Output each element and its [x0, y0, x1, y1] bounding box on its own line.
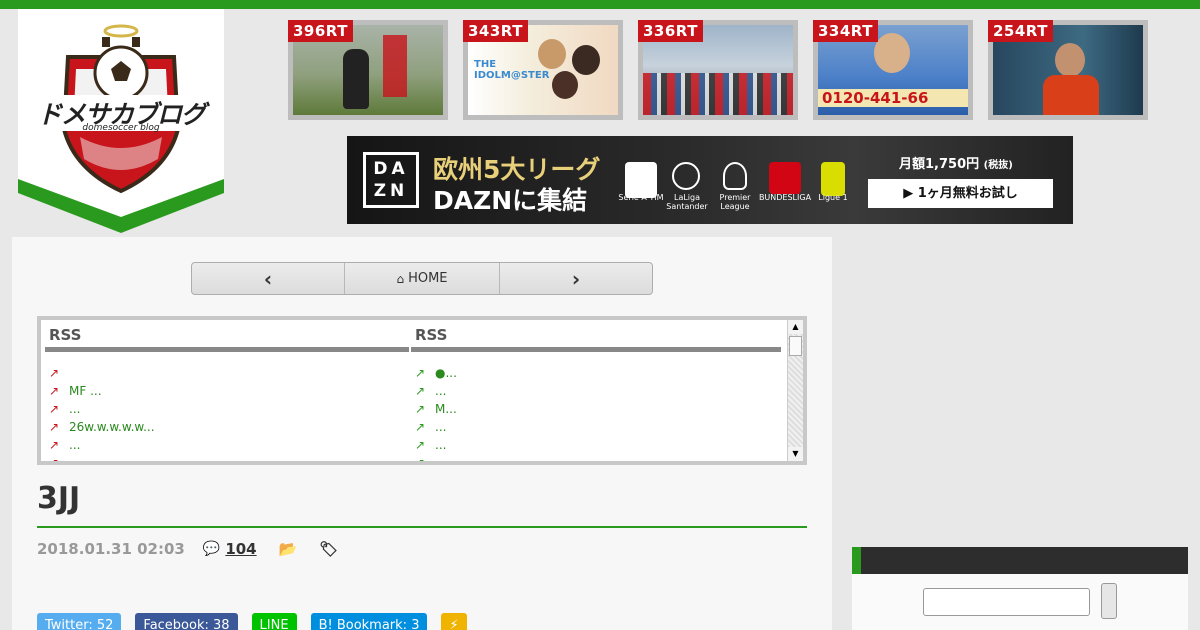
free-trial-button[interactable]: ▶ 1ヶ月無料お試し: [868, 179, 1053, 208]
post-meta: 2018.01.31 02:03 💬 104 📂 🏷: [37, 540, 338, 558]
rss-link[interactable]: ↗: [49, 364, 405, 382]
external-link-icon: ↗: [49, 366, 60, 380]
hatena-bookmark-button[interactable]: B! Bookmark: 3: [310, 613, 428, 630]
home-button[interactable]: ⌂ HOME: [345, 263, 500, 294]
dazn-logo: DA ZN: [363, 152, 419, 208]
rss-link[interactable]: ↗...: [49, 436, 405, 454]
sidebar-search-box: [852, 574, 1188, 630]
bundesliga-icon: [769, 162, 801, 194]
rss-header: RSS: [45, 320, 409, 352]
post-pager: ‹ ⌂ HOME ›: [191, 262, 653, 295]
comments-icon: 💬: [202, 541, 221, 557]
chevron-right-icon: ›: [571, 266, 581, 291]
rss-link[interactable]: ↗...: [415, 418, 777, 436]
search-button[interactable]: [1101, 583, 1117, 619]
league-label: Ligue 1: [818, 193, 848, 202]
title-divider: [37, 526, 807, 528]
rss-link[interactable]: ↗ ●...: [415, 364, 777, 382]
home-icon: ⌂: [396, 271, 405, 286]
rss-column-left: RSS ↗ ↗ MF ... ↗... ↗ 26w.w.w.w.w... ↗... …: [45, 320, 409, 465]
site-logo[interactable]: ドメサカブログ domesoccer blog: [18, 9, 224, 233]
rt-badge: 396RT: [288, 20, 353, 42]
premier-league-icon: [723, 162, 747, 190]
thumb-caption: 0120-441-66: [818, 89, 968, 107]
search-input[interactable]: [923, 588, 1090, 616]
facebook-share-button[interactable]: Facebook: 38: [135, 613, 238, 630]
ligue-1-icon: [821, 162, 845, 196]
scroll-down-icon[interactable]: ▼: [788, 447, 803, 461]
next-post-button[interactable]: ›: [500, 263, 652, 294]
prev-post-button[interactable]: ‹: [192, 263, 345, 294]
rt-badge: 334RT: [813, 20, 878, 42]
external-link-icon: ↗: [415, 384, 426, 398]
rt-badge: 336RT: [638, 20, 703, 42]
rss-header: RSS: [411, 320, 781, 352]
rss-link[interactable]: ↗...: [415, 436, 777, 454]
scroll-thumb[interactable]: [789, 336, 802, 356]
dazn-ad-banner[interactable]: DA ZN 欧州5大リーグ DAZNに集結 Serie A TIM LaLiga…: [347, 136, 1073, 224]
rss-link[interactable]: ↗ MF ...: [49, 382, 405, 400]
post-date: 2018.01.31 02:03: [37, 540, 185, 558]
home-label: HOME: [408, 271, 448, 286]
external-link-icon: ↗: [49, 438, 60, 452]
external-link-icon: ↗: [49, 402, 60, 416]
pocket-share-button[interactable]: ⚡: [441, 613, 467, 630]
rss-widget: RSS ↗ ↗ MF ... ↗... ↗ 26w.w.w.w.w... ↗... …: [37, 316, 807, 465]
laliga-icon: [672, 162, 700, 190]
rss-link[interactable]: ↗ 26w.w.w.w.w...: [49, 418, 405, 436]
external-link-icon: ↗: [49, 456, 60, 465]
external-link-icon: ↗: [415, 366, 426, 380]
popular-post-thumb-5[interactable]: 254RT: [988, 20, 1148, 120]
popular-post-thumb-2[interactable]: THE IDOLM@STER 343RT: [463, 20, 623, 120]
tags-icon[interactable]: 🏷: [319, 540, 338, 558]
rss-link[interactable]: ↗...: [49, 400, 405, 418]
chevron-left-icon: ‹: [263, 266, 273, 291]
twitter-share-button[interactable]: Twitter: 52: [37, 613, 122, 630]
post-title: 3JJ: [37, 481, 81, 516]
top-accent-bar: [0, 0, 1200, 9]
logo-subtext: domesoccer blog: [82, 123, 160, 133]
line-share-button[interactable]: LINE: [251, 613, 297, 630]
scroll-up-icon[interactable]: ▲: [788, 320, 803, 334]
rss-column-right: RSS ↗ ●... ↗... ↗ M... ↗... ↗... ↗: [411, 320, 781, 465]
banner-headline-2: DAZNに集結: [433, 186, 588, 215]
rss-link[interactable]: ↗: [49, 454, 405, 465]
folder-icon[interactable]: 📂: [279, 540, 298, 558]
rss-link[interactable]: ↗: [415, 454, 777, 465]
rt-badge: 254RT: [988, 20, 1053, 42]
main-content: ‹ ⌂ HOME › RSS ↗ ↗ MF ... ↗... ↗ 26w.w.w.w…: [12, 237, 832, 630]
popular-post-thumb-3[interactable]: 336RT: [638, 20, 798, 120]
rss-scrollbar[interactable]: ▲ ▼: [787, 320, 803, 461]
popular-post-thumb-1[interactable]: 396RT: [288, 20, 448, 120]
popular-post-thumb-4[interactable]: 0120-441-66 334RT: [813, 20, 973, 120]
external-link-icon: ↗: [415, 456, 426, 465]
external-link-icon: ↗: [415, 402, 426, 416]
banner-price: 月額1,750円 (税抜): [899, 157, 1013, 172]
external-link-icon: ↗: [49, 420, 60, 434]
rt-badge: 343RT: [463, 20, 528, 42]
external-link-icon: ↗: [415, 420, 426, 434]
sidebar-widget-header: [852, 547, 1188, 574]
rss-link[interactable]: ↗...: [415, 382, 777, 400]
share-buttons: Twitter: 52 Facebook: 38 LINE B! Bookmar…: [37, 613, 481, 630]
rss-link[interactable]: ↗ M...: [415, 400, 777, 418]
external-link-icon: ↗: [415, 438, 426, 452]
external-link-icon: ↗: [49, 384, 60, 398]
comment-count-link[interactable]: 104: [225, 540, 256, 558]
league-label: Premier League: [719, 193, 751, 211]
